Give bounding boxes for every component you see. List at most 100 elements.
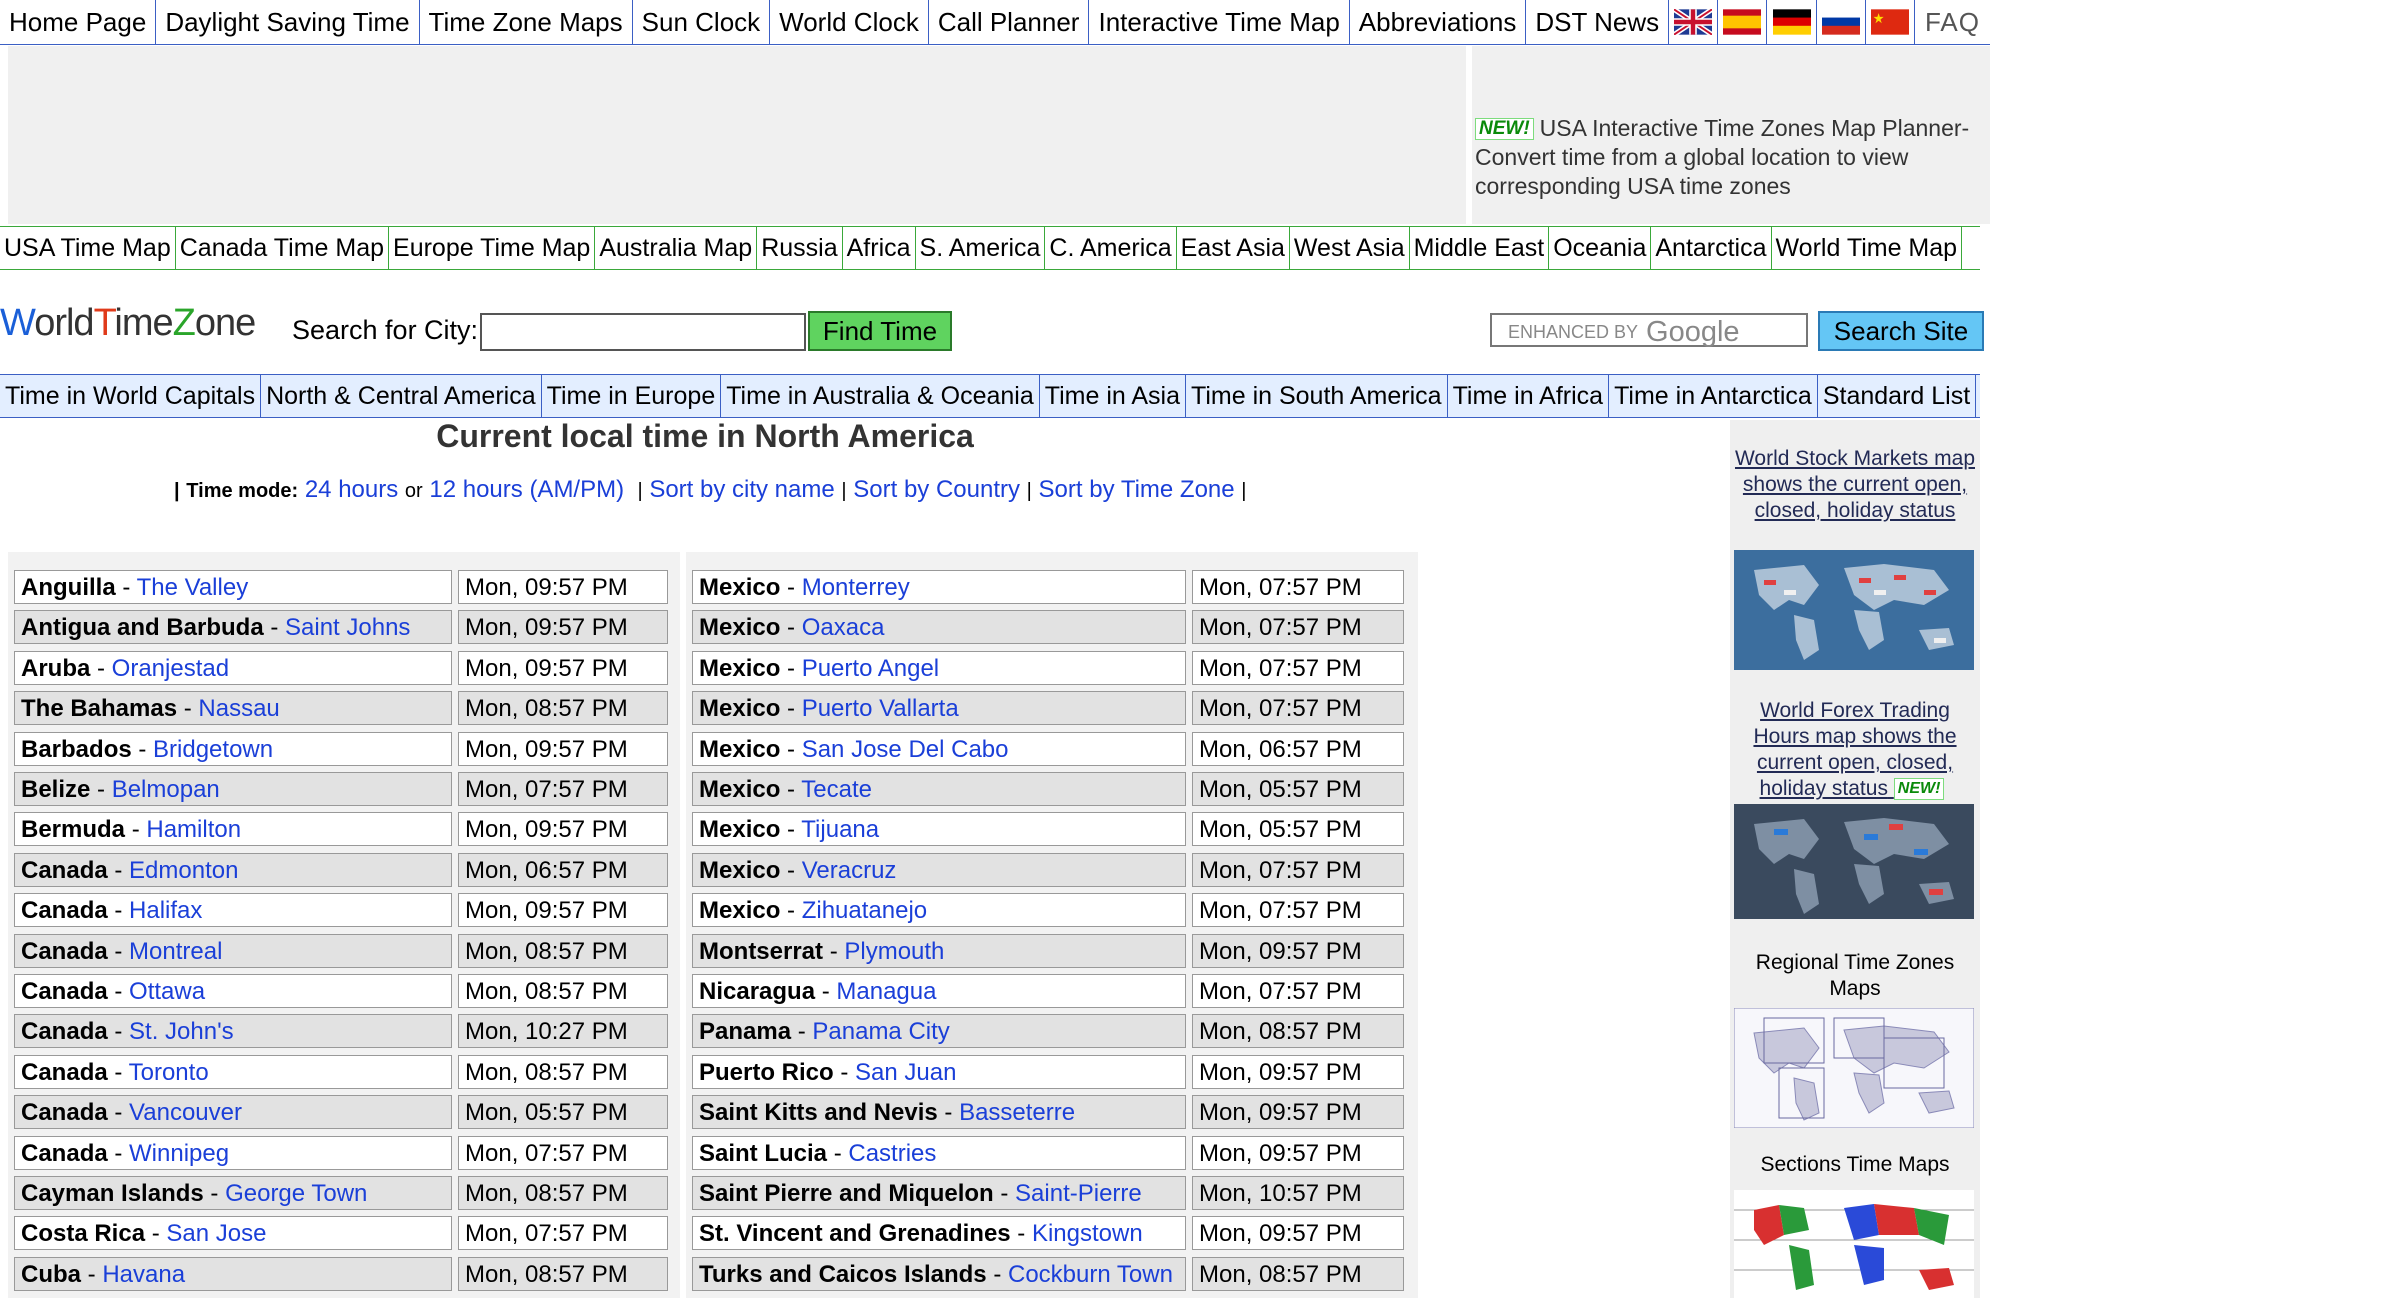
city-link[interactable]: George Town (225, 1180, 367, 1207)
city-link[interactable]: Tecate (801, 776, 872, 803)
top-nav-item[interactable]: World Clock (770, 0, 929, 44)
city-link[interactable]: Hamilton (146, 816, 241, 843)
city-link[interactable]: Winnipeg (129, 1140, 229, 1167)
site-logo[interactable]: WorldTimeZone (0, 302, 256, 345)
separator: - (107, 1139, 130, 1167)
city-link[interactable]: Monterrey (802, 574, 910, 601)
region-nav-item[interactable]: World Time Map (1772, 227, 1963, 269)
region-nav-item[interactable]: Antarctica (1651, 227, 1772, 269)
region-nav-item[interactable]: S. America (916, 227, 1046, 269)
top-nav-item[interactable]: Time Zone Maps (420, 0, 633, 44)
city-link[interactable]: Nassau (198, 695, 279, 722)
city-link[interactable]: Zihuatanejo (802, 897, 927, 924)
region-nav-item[interactable]: Oceania (1549, 227, 1652, 269)
city-link[interactable]: The Valley (137, 574, 249, 601)
city-link[interactable]: Cockburn Town (1008, 1261, 1173, 1288)
city-link[interactable]: Panama City (812, 1018, 949, 1045)
country-name: Mexico (699, 856, 781, 884)
city-link[interactable]: Montreal (129, 938, 222, 965)
city-link[interactable]: Veracruz (802, 857, 897, 884)
region-nav-item[interactable]: Russia (757, 227, 843, 269)
continent-nav-item[interactable]: North & Central America (261, 375, 542, 417)
mode-24h-link[interactable]: 24 hours (305, 476, 398, 503)
region-nav-item[interactable]: East Asia (1177, 227, 1290, 269)
city-link[interactable]: San Juan (855, 1059, 956, 1086)
city-link[interactable]: Saint Johns (285, 614, 410, 641)
continent-nav-item[interactable]: Time in Asia (1040, 375, 1186, 417)
search-site-button[interactable]: Search Site (1818, 311, 1984, 351)
spain-flag-icon[interactable] (1718, 0, 1768, 44)
china-flag-icon[interactable] (1866, 0, 1915, 44)
promo-text[interactable]: USA Interactive Time Zones Map Planner- … (1475, 115, 1969, 199)
continent-nav-item[interactable]: Time in Antarctica (1609, 375, 1818, 417)
continent-nav-item[interactable]: Time in Australia & Oceania (721, 375, 1040, 417)
sections-map-icon[interactable] (1734, 1190, 1974, 1298)
city-link[interactable]: Ottawa (129, 978, 205, 1005)
city-link[interactable]: Toronto (129, 1059, 209, 1086)
city-link[interactable]: Bridgetown (153, 736, 273, 763)
city-search-input[interactable] (480, 313, 806, 351)
stock-markets-link[interactable]: World Stock Markets map shows the curren… (1730, 446, 1980, 524)
top-nav-item[interactable]: Daylight Saving Time (156, 0, 420, 44)
regional-map-icon[interactable] (1734, 1008, 1974, 1128)
city-link[interactable]: Belmopan (112, 776, 220, 803)
top-nav-item[interactable]: Interactive Time Map (1089, 0, 1350, 44)
city-link[interactable]: Halifax (129, 897, 202, 924)
region-nav-item[interactable]: Canada Time Map (176, 227, 390, 269)
continent-nav-item[interactable]: Standard List (1818, 375, 1977, 417)
city-link[interactable]: San Jose (166, 1220, 266, 1247)
top-nav-item[interactable]: Abbreviations (1350, 0, 1527, 44)
top-nav-item[interactable]: Call Planner (929, 0, 1090, 44)
usa-map-promo[interactable]: NEW! USA Interactive Time Zones Map Plann… (1475, 114, 1985, 201)
city-link[interactable]: Tijuana (801, 816, 879, 843)
region-nav-item[interactable]: Europe Time Map (389, 227, 596, 269)
region-nav-item[interactable]: Africa (843, 227, 916, 269)
city-link[interactable]: Edmonton (129, 857, 238, 884)
city-link[interactable]: San Jose Del Cabo (802, 736, 1009, 763)
logo-one: one (194, 302, 256, 344)
region-nav-item[interactable]: Australia Map (595, 227, 758, 269)
city-link[interactable]: Plymouth (844, 938, 944, 965)
sort-country-link[interactable]: Sort by Country (853, 476, 1020, 503)
google-search-input[interactable]: ENHANCED BY Google (1490, 313, 1808, 348)
top-nav-item[interactable]: DST News (1526, 0, 1670, 44)
city-link[interactable]: Saint-Pierre (1015, 1180, 1142, 1207)
stock-map-icon[interactable] (1734, 550, 1974, 670)
russia-flag-icon[interactable] (1817, 0, 1866, 44)
continent-nav-item[interactable]: Time in Europe (542, 375, 722, 417)
separator: - (780, 735, 802, 763)
time-cell: Mon, 07:57 PM (458, 1216, 668, 1251)
sort-zone-link[interactable]: Sort by Time Zone (1039, 476, 1235, 503)
region-nav-item[interactable]: USA Time Map (0, 227, 176, 269)
forex-hours-link[interactable]: World Forex Trading Hours map shows the … (1730, 698, 1980, 802)
pipe: | (1241, 480, 1247, 502)
city-link[interactable]: Vancouver (129, 1099, 242, 1126)
region-nav-item[interactable]: West Asia (1290, 227, 1410, 269)
faq-link[interactable]: FAQ (1915, 0, 1990, 44)
city-link[interactable]: Puerto Vallarta (802, 695, 959, 722)
country-name: Costa Rica (21, 1220, 146, 1248)
uk-flag-icon[interactable] (1669, 0, 1719, 44)
city-link[interactable]: Havana (102, 1261, 185, 1288)
germany-flag-icon[interactable] (1767, 0, 1817, 44)
sort-city-link[interactable]: Sort by city name (649, 476, 834, 503)
city-link[interactable]: Castries (848, 1140, 936, 1167)
region-nav-item[interactable]: C. America (1045, 227, 1177, 269)
forex-map-icon[interactable] (1734, 804, 1974, 919)
continent-nav-item[interactable]: Time in South America (1186, 375, 1448, 417)
city-link[interactable]: Basseterre (959, 1099, 1075, 1126)
city-link[interactable]: Puerto Angel (802, 655, 939, 682)
city-link[interactable]: St. John's (129, 1018, 234, 1045)
place-cell: The Bahamas - Nassau (14, 691, 452, 726)
city-link[interactable]: Oaxaca (802, 614, 885, 641)
city-link[interactable]: Managua (836, 978, 936, 1005)
city-link[interactable]: Kingstown (1032, 1220, 1143, 1247)
city-link[interactable]: Oranjestad (112, 655, 229, 682)
find-time-button[interactable]: Find Time (808, 311, 952, 351)
continent-nav-item[interactable]: Time in World Capitals (0, 375, 262, 417)
mode-12h-link[interactable]: 12 hours (AM/PM) (429, 476, 624, 503)
region-nav-item[interactable]: Middle East (1410, 227, 1550, 269)
top-nav-item[interactable]: Home Page (0, 0, 157, 44)
continent-nav-item[interactable]: Time in Africa (1448, 375, 1610, 417)
top-nav-item[interactable]: Sun Clock (633, 0, 771, 44)
